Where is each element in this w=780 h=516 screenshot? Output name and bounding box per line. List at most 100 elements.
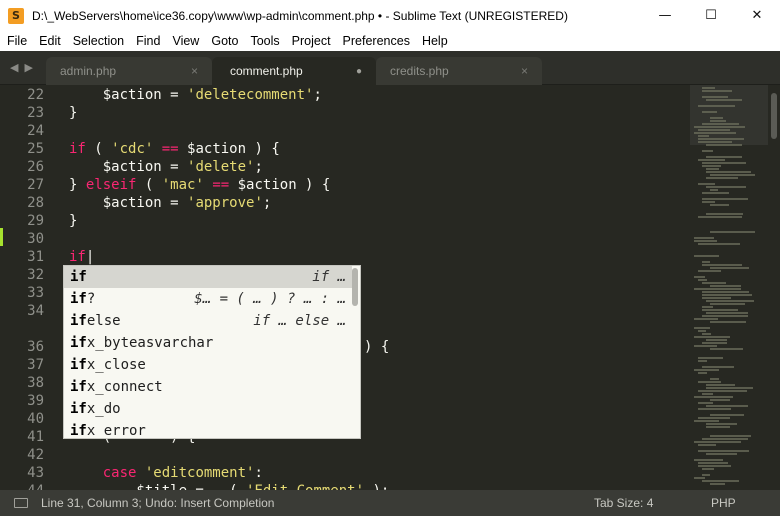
- completion-match: if: [70, 313, 87, 329]
- code-token: $action ) {: [229, 177, 331, 193]
- string-token: 'deletecomment': [187, 87, 314, 103]
- menu-edit[interactable]: Edit: [33, 34, 67, 48]
- autocomplete-item[interactable]: ifx_byteasvarchar: [64, 332, 352, 354]
- menu-goto[interactable]: Goto: [205, 34, 244, 48]
- maximize-button[interactable]: ☐: [688, 0, 734, 31]
- string-token: 'editcomment': [144, 465, 255, 481]
- minimap-line: [710, 117, 723, 119]
- code-text: $action = 'deletecomment';: [69, 86, 322, 104]
- title-bar: S D:\_WebServers\home\ice36.copy\www\wp-…: [0, 0, 780, 31]
- code-line[interactable]: 42: [0, 446, 690, 464]
- minimap-line: [698, 216, 742, 218]
- minimap-line: [702, 150, 713, 152]
- minimap-line: [710, 303, 745, 305]
- code-line[interactable]: 22 $action = 'deletecomment';: [0, 86, 690, 104]
- minimap-line: [698, 243, 740, 245]
- minimap-line: [702, 315, 748, 317]
- minimap-line: [702, 264, 742, 266]
- minimap-line: [694, 327, 710, 329]
- code-line[interactable]: 29}: [0, 212, 690, 230]
- completion-rest: x_do: [86, 401, 121, 417]
- minimap[interactable]: [690, 85, 768, 490]
- menu-selection[interactable]: Selection: [67, 34, 130, 48]
- minimap-line: [710, 204, 729, 206]
- minimap-line: [698, 330, 706, 332]
- code-token: :: [254, 465, 263, 481]
- minimize-button[interactable]: —: [642, 0, 688, 31]
- minimap-line: [694, 255, 719, 257]
- minimap-line: [698, 417, 730, 419]
- tab-credits[interactable]: credits.php ×: [376, 57, 542, 85]
- autocomplete-popup[interactable]: ifx_error ifx_do ifx_connect ifx_close ifx_b…: [63, 265, 361, 439]
- string-token: 'approve': [187, 195, 263, 211]
- minimap-line: [702, 333, 711, 335]
- code-line[interactable]: 24: [0, 122, 690, 140]
- code-line[interactable]: 43 case 'editcomment':: [0, 464, 690, 482]
- vertical-scrollbar[interactable]: [768, 85, 780, 490]
- autocomplete-item[interactable]: if if …: [64, 266, 352, 288]
- minimap-line: [698, 141, 732, 143]
- completion-match: if: [70, 401, 87, 417]
- tab-admin[interactable]: admin.php ×: [46, 57, 212, 85]
- menu-find[interactable]: Find: [130, 34, 166, 48]
- code-line[interactable]: 26 $action = 'delete';: [0, 158, 690, 176]
- menu-project[interactable]: Project: [286, 34, 337, 48]
- code-line[interactable]: 28 $action = 'approve';: [0, 194, 690, 212]
- autocomplete-item[interactable]: ifx_close: [64, 354, 352, 376]
- code-line[interactable]: 27} elseif ( 'mac' == $action ) {: [0, 176, 690, 194]
- minimap-line: [698, 402, 713, 404]
- code-line[interactable]: 30: [0, 230, 690, 248]
- menu-tools[interactable]: Tools: [244, 34, 285, 48]
- tab-size[interactable]: Tab Size: 4: [594, 496, 653, 510]
- autocomplete-item[interactable]: ifx_do: [64, 398, 352, 420]
- minimap-line: [702, 438, 748, 440]
- menu-view[interactable]: View: [166, 34, 205, 48]
- tab-nav-arrows-icon[interactable]: ◀▶: [10, 61, 39, 74]
- code-text: $title = __( 'Edit Comment' );: [69, 482, 389, 490]
- tab-close-icon[interactable]: ×: [521, 64, 528, 78]
- menu-preferences[interactable]: Preferences: [337, 34, 416, 48]
- autocomplete-item[interactable]: ifx_connect: [64, 376, 352, 398]
- autocomplete-item[interactable]: if? $… = ( … ) ? … : …: [64, 288, 352, 310]
- minimap-line: [698, 357, 723, 359]
- close-button[interactable]: ✕: [734, 0, 780, 31]
- panel-icon[interactable]: [14, 498, 28, 508]
- menu-file[interactable]: File: [0, 34, 33, 48]
- string-token: 'mac': [161, 177, 204, 193]
- minimap-line: [694, 318, 718, 320]
- line-number: 32: [27, 267, 44, 283]
- line-number: 38: [27, 375, 44, 391]
- minimap-line: [702, 162, 746, 164]
- scrollbar-thumb[interactable]: [771, 93, 777, 139]
- menu-help[interactable]: Help: [416, 34, 454, 48]
- minimap-line: [702, 294, 752, 296]
- minimap-line: [702, 123, 739, 125]
- tab-modified-icon[interactable]: ●: [356, 66, 362, 77]
- syntax-selector[interactable]: PHP: [711, 496, 736, 510]
- completion-trigger: ifx_do: [70, 398, 121, 420]
- sublime-icon: S: [8, 7, 24, 24]
- minimap-line: [702, 201, 715, 203]
- completion-rest: x_byteasvarchar: [86, 335, 214, 351]
- completion-match: if: [70, 291, 87, 307]
- tab-comment[interactable]: comment.php ●: [212, 57, 376, 85]
- tab-close-icon[interactable]: ×: [191, 64, 198, 78]
- code-line[interactable]: 23}: [0, 104, 690, 122]
- line-number: 24: [27, 123, 44, 139]
- string-token: 'cdc': [111, 141, 154, 157]
- autocomplete-item[interactable]: ifx_error: [64, 420, 352, 438]
- minimap-line: [702, 198, 748, 200]
- minimap-line: [706, 426, 730, 428]
- code-line[interactable]: 25 if ( 'cdc' == $action ) {: [0, 140, 690, 158]
- minimap-line: [702, 96, 728, 98]
- line-number: 40: [27, 411, 44, 427]
- autocomplete-item[interactable]: ifelse if … else …: [64, 310, 352, 332]
- code-line[interactable]: 44 $title = __( 'Edit Comment' );: [0, 482, 690, 490]
- minimap-line: [702, 306, 713, 308]
- code-line[interactable]: 31 if|: [0, 248, 690, 266]
- minimap-line: [702, 192, 729, 194]
- minimap-line: [698, 129, 730, 131]
- autocomplete-scrollbar[interactable]: [352, 268, 358, 306]
